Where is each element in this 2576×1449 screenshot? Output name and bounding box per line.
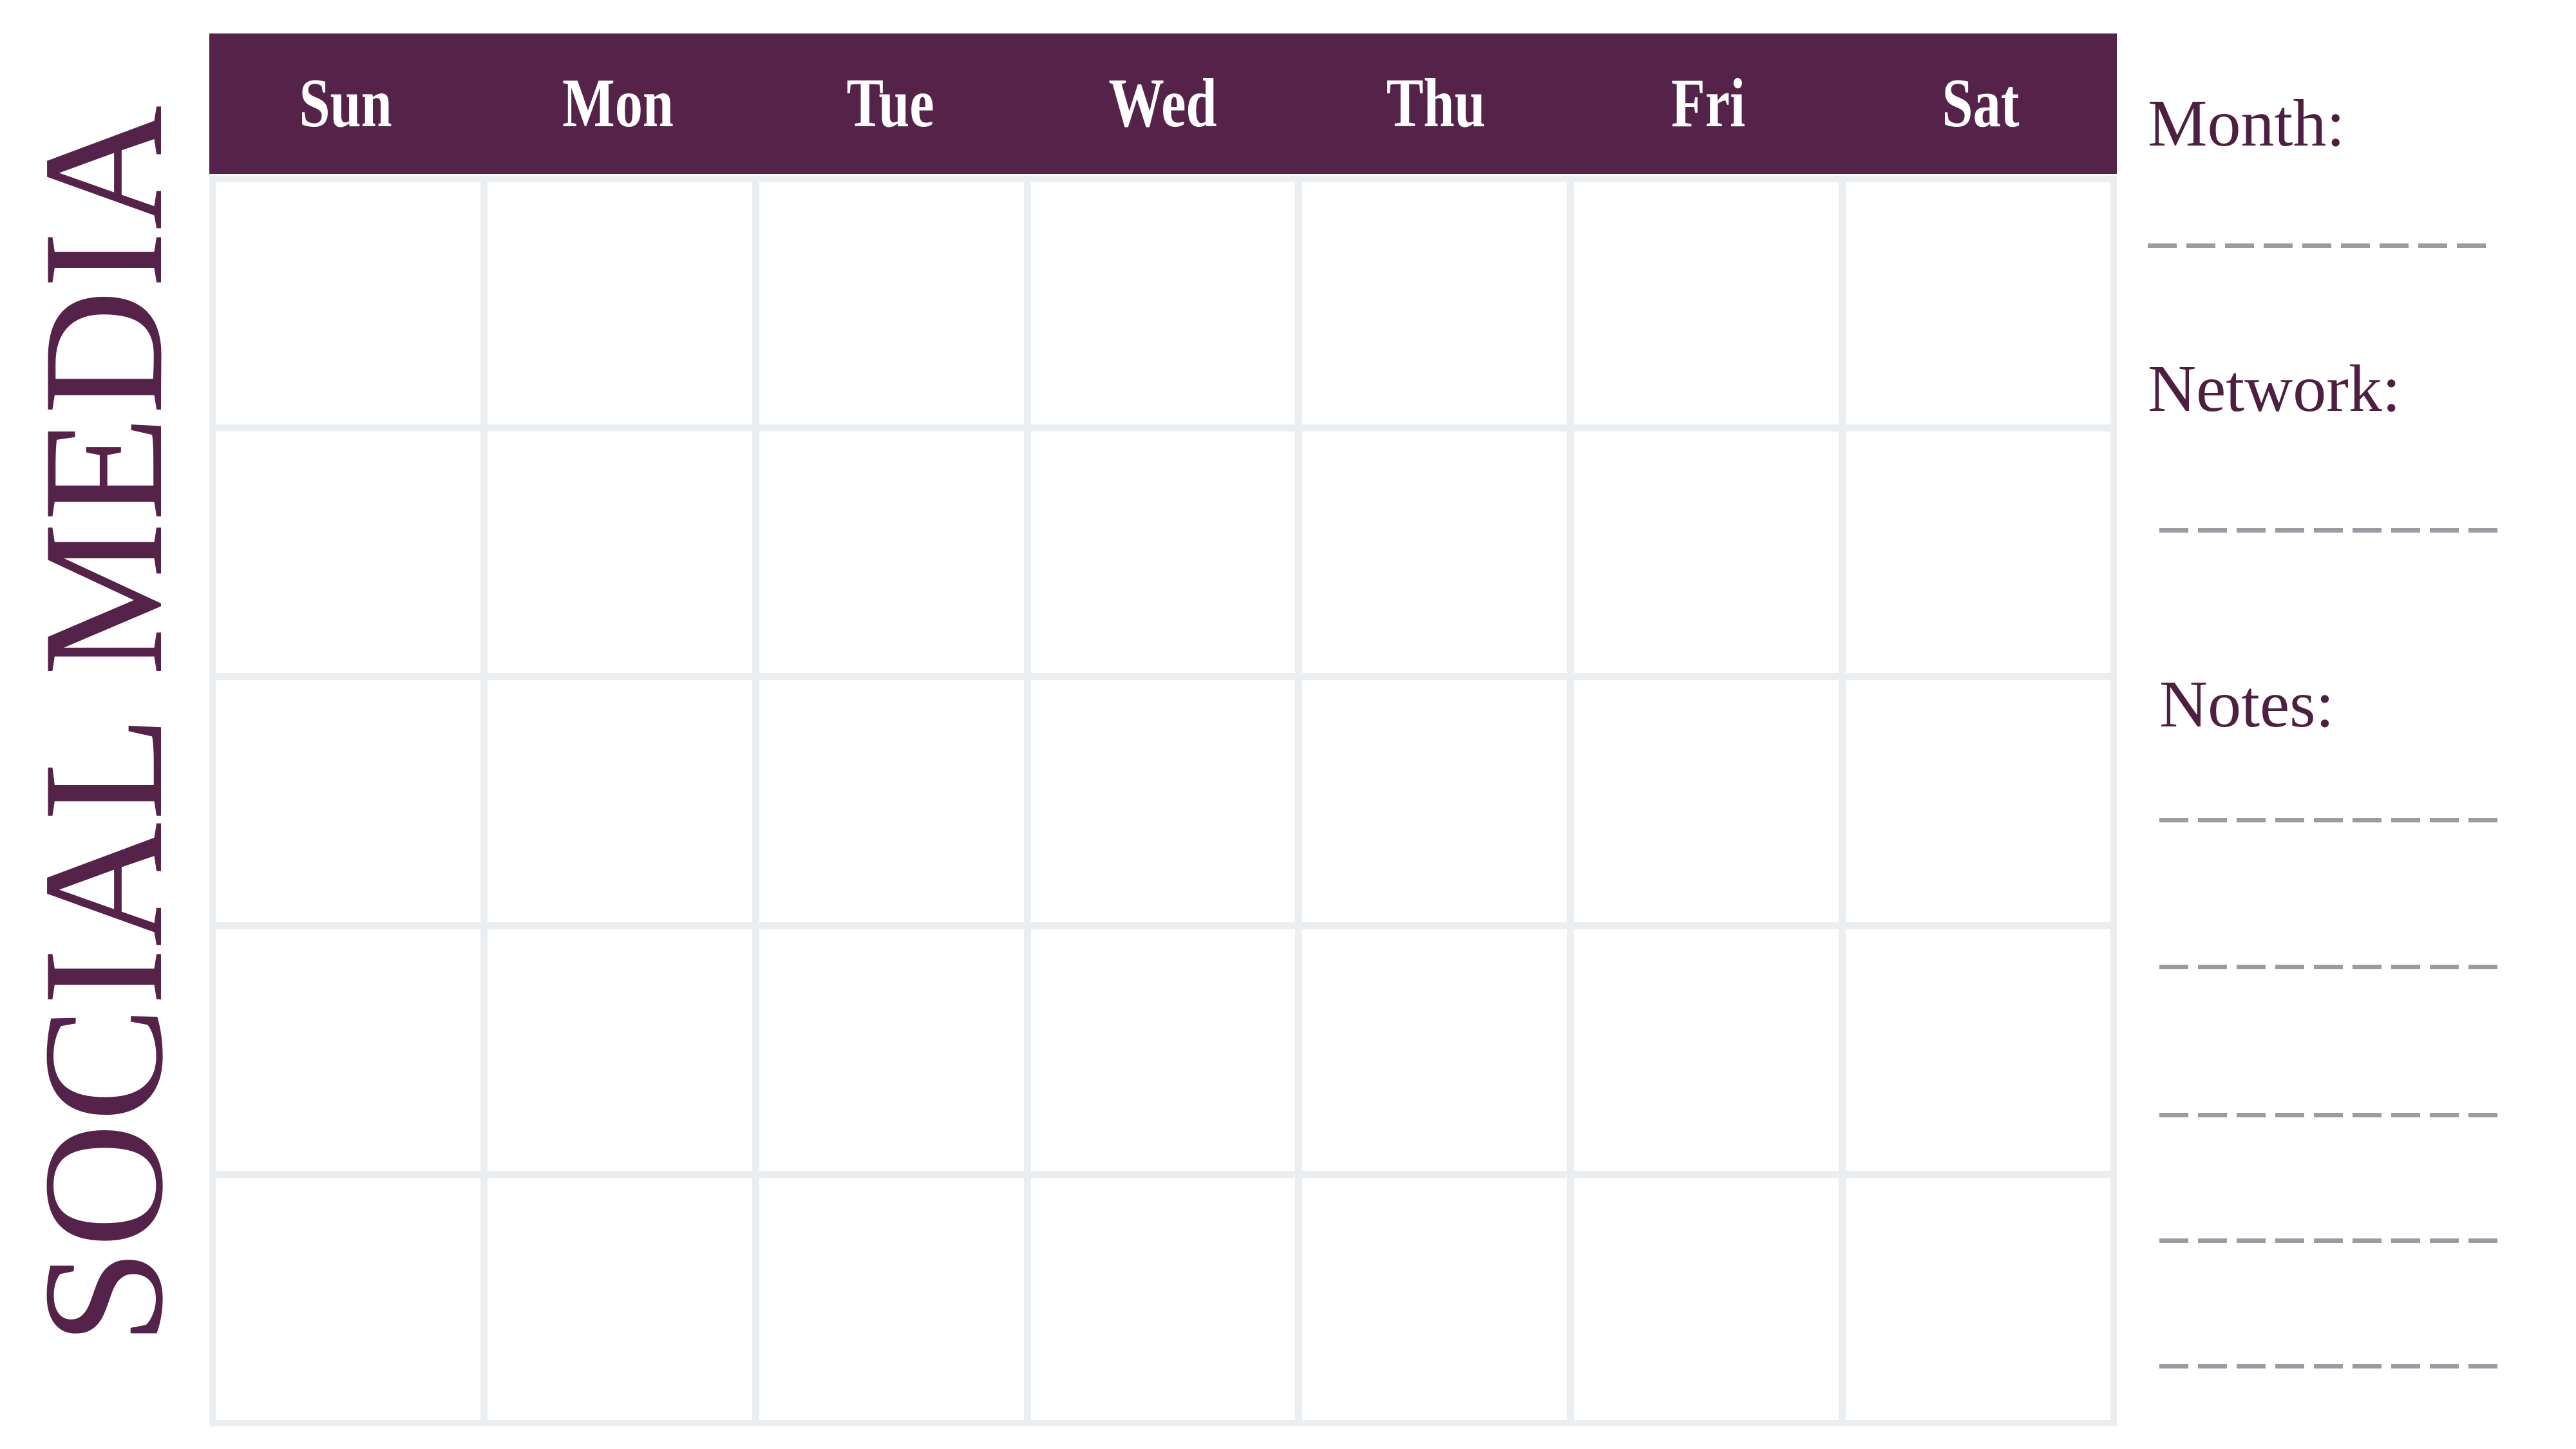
calendar-day-cell[interactable] xyxy=(1030,431,1296,674)
calendar-day-cell[interactable] xyxy=(1030,680,1296,922)
calendar: Sun Mon Tue Wed Thu Fri Sat xyxy=(209,33,2117,1426)
calendar-day-cell[interactable] xyxy=(487,431,752,674)
day-header-mon: Mon xyxy=(562,65,674,142)
calendar-day-cell[interactable] xyxy=(1030,182,1296,424)
social-media-planner-page: SOCIAL MEDIA Sun Mon Tue Wed Thu Fri Sat… xyxy=(0,0,2576,1449)
calendar-day-cell[interactable] xyxy=(216,929,480,1171)
network-write-line[interactable] xyxy=(2159,528,2506,533)
notes-label: Notes: xyxy=(2159,667,2334,741)
calendar-day-cell[interactable] xyxy=(759,182,1024,424)
calendar-day-cell[interactable] xyxy=(487,680,752,922)
calendar-day-cell[interactable] xyxy=(1574,431,1839,674)
calendar-day-cell[interactable] xyxy=(1846,182,2110,424)
calendar-day-cell[interactable] xyxy=(1574,182,1839,424)
calendar-day-cell[interactable] xyxy=(216,182,480,424)
vertical-title-area: SOCIAL MEDIA xyxy=(0,0,206,1449)
calendar-day-cell[interactable] xyxy=(1302,929,1567,1171)
calendar-day-cell[interactable] xyxy=(216,680,480,922)
notes-write-line-2[interactable] xyxy=(2159,965,2506,969)
day-header-wed: Wed xyxy=(1108,65,1218,142)
calendar-day-cell[interactable] xyxy=(759,680,1024,922)
calendar-day-cell[interactable] xyxy=(1846,929,2110,1171)
calendar-day-cell[interactable] xyxy=(759,1178,1024,1420)
calendar-day-cell[interactable] xyxy=(1574,929,1839,1171)
calendar-day-cell[interactable] xyxy=(487,1178,752,1420)
calendar-day-cell[interactable] xyxy=(1846,431,2110,674)
calendar-day-cell[interactable] xyxy=(1030,1178,1296,1420)
network-label: Network: xyxy=(2148,352,2401,426)
calendar-day-cell[interactable] xyxy=(1302,680,1567,922)
calendar-day-header-row: Sun Mon Tue Wed Thu Fri Sat xyxy=(209,33,2117,174)
notes-write-line-4[interactable] xyxy=(2159,1238,2506,1243)
calendar-day-cell[interactable] xyxy=(1846,680,2110,922)
calendar-day-cell[interactable] xyxy=(1302,1178,1567,1420)
calendar-day-cell[interactable] xyxy=(759,929,1024,1171)
month-write-line[interactable] xyxy=(2148,243,2494,248)
calendar-day-cell[interactable] xyxy=(1302,431,1567,674)
calendar-day-cell[interactable] xyxy=(1574,680,1839,922)
calendar-grid xyxy=(209,174,2117,1426)
calendar-day-cell[interactable] xyxy=(759,431,1024,674)
day-header-sat: Sat xyxy=(1942,65,2020,142)
calendar-day-cell[interactable] xyxy=(1846,1178,2110,1420)
calendar-day-cell[interactable] xyxy=(1030,929,1296,1171)
planner-sidebar: Month: Network: Notes: xyxy=(2148,0,2547,1449)
calendar-day-cell[interactable] xyxy=(1574,1178,1839,1420)
calendar-day-cell[interactable] xyxy=(487,929,752,1171)
notes-write-line-1[interactable] xyxy=(2159,818,2506,822)
page-title: SOCIAL MEDIA xyxy=(7,104,198,1345)
calendar-day-cell[interactable] xyxy=(487,182,752,424)
calendar-day-cell[interactable] xyxy=(216,431,480,674)
month-label: Month: xyxy=(2148,86,2345,160)
day-header-sun: Sun xyxy=(299,65,392,142)
calendar-day-cell[interactable] xyxy=(1302,182,1567,424)
calendar-day-cell[interactable] xyxy=(216,1178,480,1420)
notes-write-line-3[interactable] xyxy=(2159,1113,2506,1117)
notes-write-line-5[interactable] xyxy=(2159,1364,2506,1368)
day-header-fri: Fri xyxy=(1671,65,1745,142)
day-header-thu: Thu xyxy=(1386,65,1486,142)
day-header-tue: Tue xyxy=(846,65,934,142)
